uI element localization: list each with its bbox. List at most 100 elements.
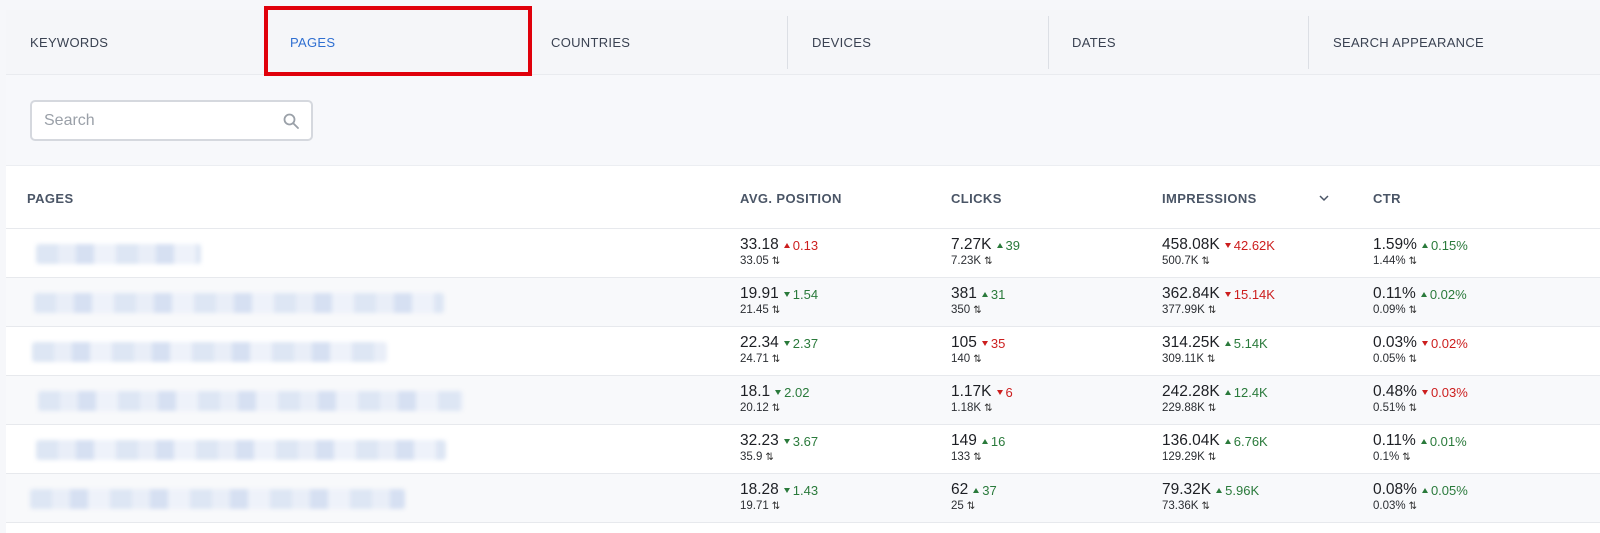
position-delta: 1.54 bbox=[783, 287, 818, 302]
clicks-value-line: 105 35 bbox=[951, 334, 1005, 352]
tab-dates[interactable]: DATES bbox=[1072, 10, 1116, 75]
arrow-down-icon bbox=[981, 340, 988, 346]
clicks-cell: 1.17K 6 1.18K ⇅ bbox=[951, 383, 1013, 414]
position-delta: 1.43 bbox=[783, 483, 818, 498]
tab-divider bbox=[787, 16, 788, 69]
impressions-delta-value: 12.4K bbox=[1233, 384, 1268, 400]
position-previous-value: 21.45 bbox=[740, 304, 769, 316]
tab-devices[interactable]: DEVICES bbox=[812, 10, 871, 75]
clicks-value: 1.17K bbox=[951, 383, 992, 400]
ctr-delta: 0.05% bbox=[1421, 483, 1468, 498]
impressions-cell: 314.25K 5.14K 309.11K ⇅ bbox=[1162, 334, 1268, 365]
dimension-tabs: KEYWORDS PAGES COUNTRIES DEVICES DATES S… bbox=[6, 10, 1600, 75]
column-header-ctr[interactable]: CTR bbox=[1373, 167, 1401, 229]
impressions-value-line: 458.08K 42.62K bbox=[1162, 236, 1275, 254]
impressions-cell: 136.04K 6.76K 129.29K ⇅ bbox=[1162, 432, 1268, 463]
impressions-previous-line: 229.88K ⇅ bbox=[1162, 402, 1268, 414]
ctr-previous-line: 0.03% ⇅ bbox=[1373, 500, 1468, 512]
impressions-delta: 12.4K bbox=[1224, 384, 1268, 400]
impressions-delta: 6.76K bbox=[1224, 434, 1268, 449]
clicks-previous-value: 7.23K bbox=[951, 255, 982, 267]
clicks-delta-value: 35 bbox=[990, 335, 1006, 351]
ctr-value: 0.03% bbox=[1373, 334, 1417, 351]
ctr-delta: 0.02% bbox=[1421, 335, 1468, 351]
position-previous-line: 35.9 ⇅ bbox=[740, 451, 818, 463]
clicks-delta: 37 bbox=[973, 482, 997, 498]
position-value: 18.28 bbox=[740, 481, 779, 498]
ctr-previous-line: 1.44% ⇅ bbox=[1373, 255, 1468, 267]
tab-divider bbox=[1048, 16, 1049, 69]
compare-arrows-icon: ⇅ bbox=[984, 402, 993, 414]
arrow-up-icon bbox=[1224, 389, 1231, 395]
table-row[interactable]: 18.1 2.02 20.12 ⇅ 1.17K 6 1.18K ⇅ 242.28K 12.4K 22… bbox=[6, 376, 1600, 425]
tab-pages[interactable]: PAGES bbox=[290, 10, 335, 75]
compare-arrows-icon: ⇅ bbox=[973, 304, 982, 316]
redaction-blur bbox=[38, 391, 463, 411]
table-row[interactable]: 32.23 3.67 35.9 ⇅ 149 16 133 ⇅ 136.04K 6.76K 129.2… bbox=[6, 425, 1600, 474]
ctr-value-line: 1.59% 0.15% bbox=[1373, 236, 1468, 254]
clicks-previous-line: 7.23K ⇅ bbox=[951, 255, 1020, 267]
clicks-value: 62 bbox=[951, 481, 969, 498]
impressions-delta-value: 42.62K bbox=[1233, 237, 1275, 253]
table-row[interactable]: 18.28 1.43 19.71 ⇅ 62 37 25 ⇅ 79.32K 5.96K 73.36K ⇅… bbox=[6, 474, 1600, 523]
ctr-previous-value: 0.05% bbox=[1373, 353, 1406, 365]
impressions-previous-line: 500.7K ⇅ bbox=[1162, 255, 1275, 267]
arrow-down-icon bbox=[783, 340, 790, 346]
compare-arrows-icon: ⇅ bbox=[1207, 304, 1217, 316]
column-header-clicks[interactable]: CLICKS bbox=[951, 167, 1002, 229]
clicks-delta-value: 16 bbox=[990, 433, 1006, 449]
tab-search-appearance[interactable]: SEARCH APPEARANCE bbox=[1333, 10, 1484, 75]
clicks-previous-value: 1.18K bbox=[951, 402, 982, 414]
position-cell: 18.1 2.02 20.12 ⇅ bbox=[740, 383, 809, 414]
tab-countries[interactable]: COUNTRIES bbox=[551, 10, 630, 75]
position-previous-line: 20.12 ⇅ bbox=[740, 402, 809, 414]
arrow-up-icon bbox=[996, 242, 1003, 248]
clicks-delta-value: 37 bbox=[982, 482, 997, 498]
column-header-avg-position[interactable]: AVG. POSITION bbox=[740, 167, 842, 229]
position-value: 19.91 bbox=[740, 285, 779, 302]
position-delta: 3.67 bbox=[783, 434, 818, 449]
arrow-up-icon bbox=[783, 242, 790, 248]
position-value-line: 18.28 1.43 bbox=[740, 481, 818, 499]
impressions-previous-value: 73.36K bbox=[1162, 500, 1199, 512]
search-icon[interactable] bbox=[283, 113, 299, 129]
tab-keywords[interactable]: KEYWORDS bbox=[30, 10, 108, 75]
position-previous-line: 24.71 ⇅ bbox=[740, 353, 818, 365]
ctr-delta-value: 0.01% bbox=[1429, 433, 1467, 449]
compare-arrows-icon: ⇅ bbox=[771, 255, 781, 267]
arrow-up-icon bbox=[981, 291, 988, 297]
clicks-value-line: 7.27K 39 bbox=[951, 236, 1020, 254]
impressions-cell: 242.28K 12.4K 229.88K ⇅ bbox=[1162, 383, 1268, 414]
ctr-cell: 1.59% 0.15% 1.44% ⇅ bbox=[1373, 236, 1468, 267]
ctr-delta: 0.02% bbox=[1420, 287, 1467, 302]
table-row[interactable]: 22.34 2.37 24.71 ⇅ 105 35 140 ⇅ 314.25K 5.14K 309.… bbox=[6, 327, 1600, 376]
compare-arrows-icon: ⇅ bbox=[1201, 500, 1210, 512]
ctr-previous-line: 0.1% ⇅ bbox=[1373, 451, 1467, 463]
position-cell: 18.28 1.43 19.71 ⇅ bbox=[740, 481, 818, 512]
impressions-delta-value: 5.96K bbox=[1225, 482, 1260, 498]
position-previous-value: 20.12 bbox=[740, 402, 769, 414]
column-header-pages[interactable]: PAGES bbox=[27, 167, 74, 229]
table-row[interactable]: 19.91 1.54 21.45 ⇅ 381 31 350 ⇅ 362.84K 15.14K 377… bbox=[6, 278, 1600, 327]
ctr-value-line: 0.48% 0.03% bbox=[1373, 383, 1468, 401]
sort-descending-icon[interactable] bbox=[1318, 192, 1330, 204]
ctr-cell: 0.08% 0.05% 0.03% ⇅ bbox=[1373, 481, 1468, 512]
clicks-value: 149 bbox=[951, 432, 977, 449]
clicks-delta: 16 bbox=[981, 433, 1006, 449]
compare-arrows-icon: ⇅ bbox=[1207, 451, 1217, 463]
ctr-value-line: 0.11% 0.02% bbox=[1373, 285, 1467, 303]
ctr-delta-value: 0.02% bbox=[1430, 335, 1468, 351]
ctr-value: 0.08% bbox=[1373, 481, 1417, 498]
clicks-delta: 39 bbox=[996, 238, 1020, 253]
table-row[interactable]: 33.18 0.13 33.05 ⇅ 7.27K 39 7.23K ⇅ 458.08K 42.62… bbox=[6, 229, 1600, 278]
clicks-cell: 62 37 25 ⇅ bbox=[951, 481, 997, 512]
search-input[interactable] bbox=[44, 102, 274, 139]
impressions-delta-value: 5.14K bbox=[1233, 335, 1268, 351]
impressions-value-line: 136.04K 6.76K bbox=[1162, 432, 1268, 450]
impressions-delta: 5.14K bbox=[1224, 335, 1268, 351]
clicks-value-line: 381 31 bbox=[951, 285, 1005, 303]
arrow-up-icon bbox=[973, 487, 980, 493]
clicks-previous-value: 140 bbox=[951, 353, 971, 365]
column-header-impressions[interactable]: IMPRESSIONS bbox=[1162, 167, 1257, 229]
clicks-previous-line: 133 ⇅ bbox=[951, 451, 1005, 463]
